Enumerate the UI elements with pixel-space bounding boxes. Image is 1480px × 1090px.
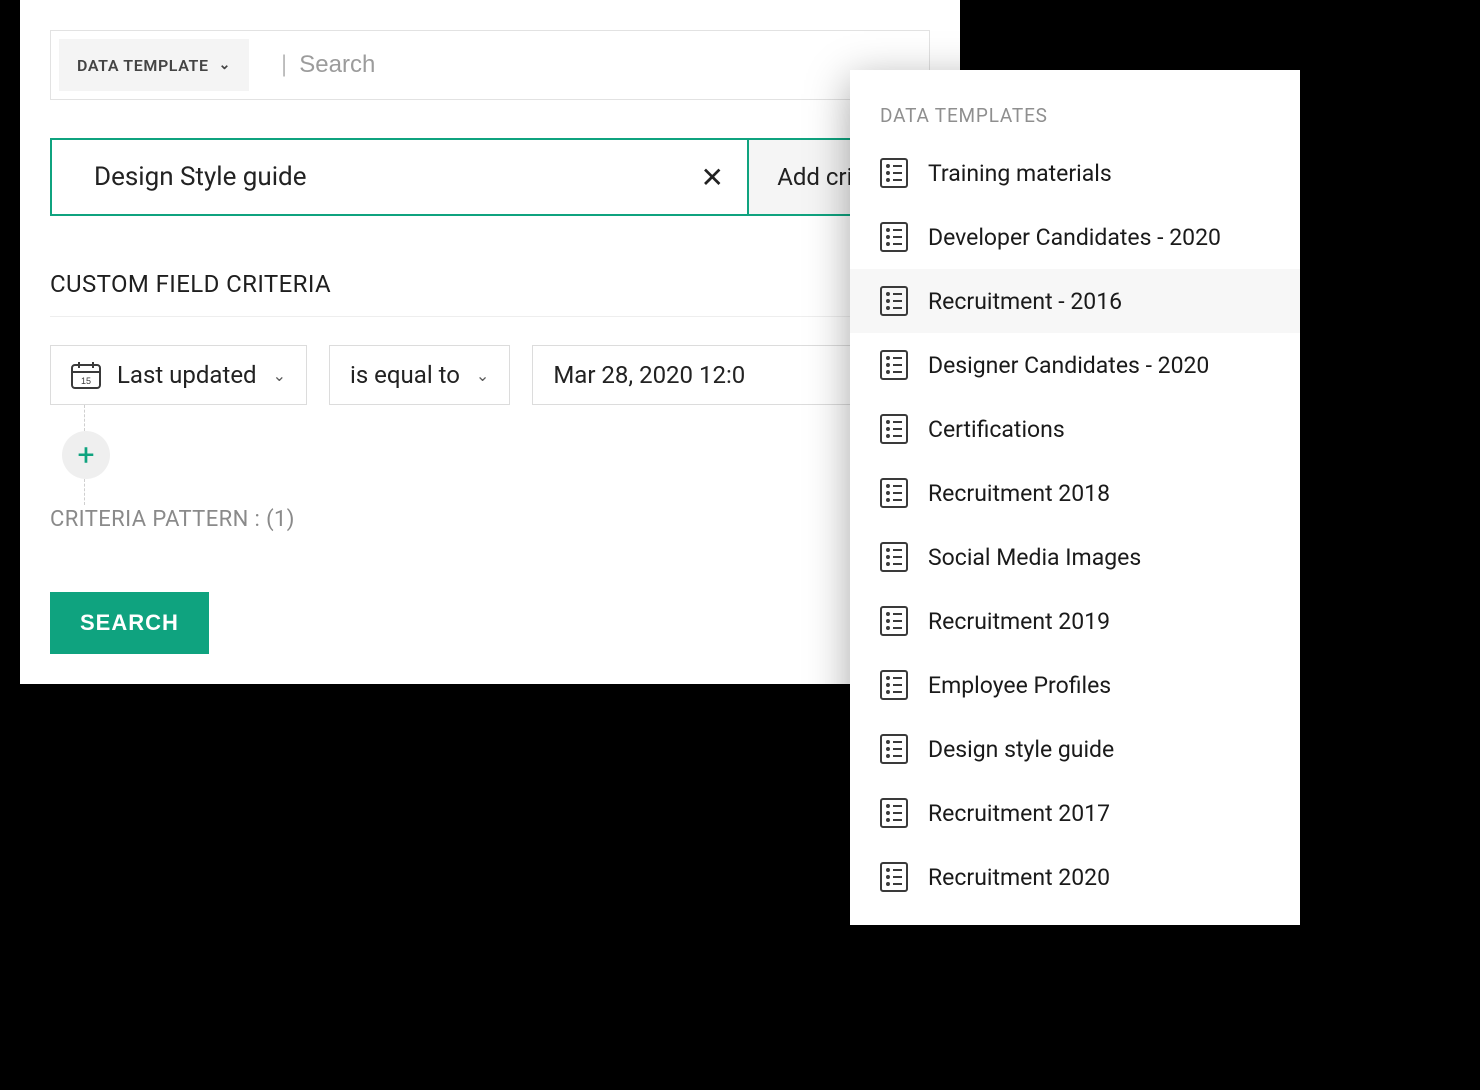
template-item[interactable]: Recruitment 2018 [850, 461, 1300, 525]
template-item-label: Design style guide [928, 736, 1114, 763]
template-item-label: Social Media Images [928, 544, 1141, 571]
template-list: Training materials Developer Candidates -… [850, 141, 1300, 909]
search-button-label: SEARCH [80, 610, 179, 635]
template-icon [880, 734, 908, 764]
template-icon [880, 286, 908, 316]
template-item[interactable]: Recruitment 2019 [850, 589, 1300, 653]
data-templates-dropdown-panel: DATA TEMPLATES Training materials Develop… [850, 70, 1300, 925]
criteria-pattern-value: (1) [266, 507, 295, 532]
search-button[interactable]: SEARCH [50, 592, 209, 654]
criteria-row: Last updated ⌄ is equal to ⌄ Mar 28, 202… [50, 345, 930, 405]
template-item-label: Recruitment 2019 [928, 608, 1110, 635]
template-item[interactable]: Developer Candidates - 2020 [850, 205, 1300, 269]
criteria-value-text: Mar 28, 2020 12:0 [553, 361, 745, 389]
template-item-label: Designer Candidates - 2020 [928, 352, 1209, 379]
criteria-connector [84, 405, 86, 431]
data-template-dropdown[interactable]: DATA TEMPLATE ⌄ [59, 39, 249, 91]
template-item-label: Certifications [928, 416, 1065, 443]
template-icon [880, 350, 908, 380]
data-templates-heading: DATA TEMPLATES [850, 104, 1300, 141]
template-item[interactable]: Social Media Images [850, 525, 1300, 589]
search-panel: DATA TEMPLATE ⌄ | Design Style guide ✕ A… [20, 0, 960, 684]
template-item-label: Training materials [928, 160, 1112, 187]
template-icon [880, 798, 908, 828]
search-row: DATA TEMPLATE ⌄ | [50, 30, 930, 100]
cursor-caret-icon: | [257, 50, 291, 80]
template-icon [880, 158, 908, 188]
template-item-label: Recruitment 2020 [928, 864, 1110, 891]
search-input[interactable] [291, 31, 929, 99]
chevron-down-icon: ⌄ [219, 57, 231, 73]
template-icon [880, 414, 908, 444]
template-icon [880, 478, 908, 508]
selected-template-value: Design Style guide [52, 140, 677, 214]
template-item[interactable]: Designer Candidates - 2020 [850, 333, 1300, 397]
plus-icon: + [77, 438, 94, 473]
data-template-label: DATA TEMPLATE [77, 56, 209, 75]
template-item[interactable]: Training materials [850, 141, 1300, 205]
template-item[interactable]: Design style guide [850, 717, 1300, 781]
criteria-operator-dropdown[interactable]: is equal to ⌄ [329, 345, 510, 405]
chevron-down-icon: ⌄ [273, 366, 286, 385]
close-icon: ✕ [700, 161, 723, 194]
calendar-icon [71, 361, 101, 389]
template-item-label: Developer Candidates - 2020 [928, 224, 1221, 251]
template-icon [880, 670, 908, 700]
add-criteria-fab[interactable]: + [62, 431, 110, 479]
template-icon [880, 862, 908, 892]
template-icon [880, 222, 908, 252]
template-item[interactable]: Recruitment 2020 [850, 845, 1300, 909]
selected-template-row: Design Style guide ✕ Add criteria [50, 138, 930, 216]
clear-selection-button[interactable]: ✕ [677, 140, 747, 214]
criteria-operator-value: is equal to [350, 361, 460, 389]
template-icon [880, 606, 908, 636]
template-item-label: Recruitment 2018 [928, 480, 1110, 507]
template-item[interactable]: Certifications [850, 397, 1300, 461]
template-item[interactable]: Employee Profiles [850, 653, 1300, 717]
template-icon [880, 542, 908, 572]
template-item-label: Recruitment 2017 [928, 800, 1110, 827]
criteria-pattern-label: CRITERIA PATTERN : [50, 507, 260, 532]
template-item[interactable]: Recruitment - 2016 [850, 269, 1300, 333]
template-item-label: Employee Profiles [928, 672, 1111, 699]
chevron-down-icon: ⌄ [476, 366, 489, 385]
criteria-connector [84, 479, 86, 505]
template-item-label: Recruitment - 2016 [928, 288, 1122, 315]
template-item[interactable]: Recruitment 2017 [850, 781, 1300, 845]
custom-field-criteria-heading: CUSTOM FIELD CRITERIA [50, 270, 930, 317]
criteria-field-dropdown[interactable]: Last updated ⌄ [50, 345, 307, 405]
criteria-field-value: Last updated [117, 361, 257, 389]
criteria-pattern-line: CRITERIA PATTERN : (1) [50, 507, 930, 532]
